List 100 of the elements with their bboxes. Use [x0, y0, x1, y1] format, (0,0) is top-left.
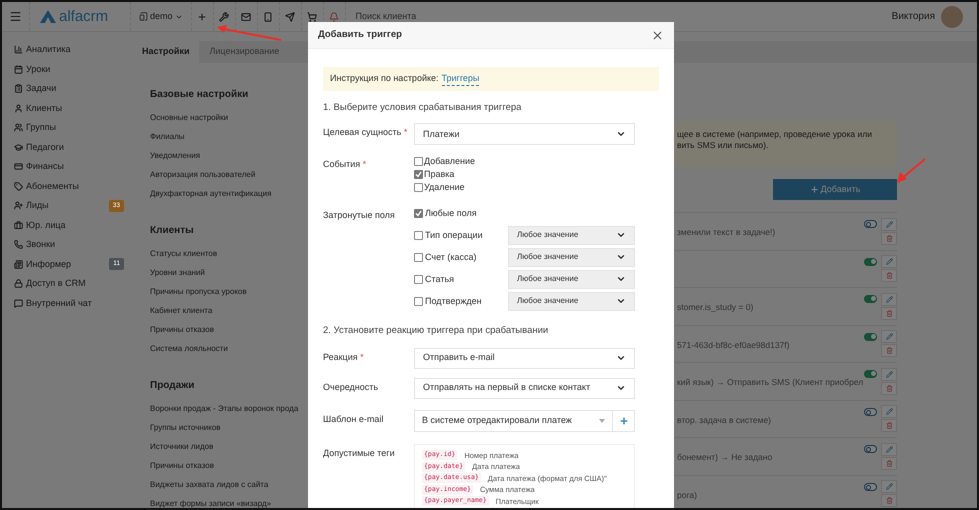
checkbox[interactable] [414, 252, 423, 262]
select-field[interactable]: Отправить e-mail [414, 348, 635, 368]
logo[interactable]: alfacrm [30, 9, 130, 24]
toggle-switch[interactable] [864, 332, 877, 340]
settings-link[interactable]: Группы источников [150, 418, 308, 437]
settings-link[interactable]: Причины пропуска уроков [150, 282, 308, 301]
add-template-button[interactable] [613, 410, 635, 432]
tab[interactable]: Лицензирование [199, 41, 290, 63]
close-button[interactable] [651, 28, 664, 42]
settings-link[interactable]: Двухфакторная аутентификация [150, 184, 308, 203]
checkbox-label: Тип операции [425, 228, 483, 242]
settings-link[interactable]: Причины отказов [150, 320, 308, 339]
settings-link[interactable]: Уведомления [150, 146, 308, 165]
edit-button[interactable] [881, 330, 897, 344]
trash-icon [886, 234, 892, 242]
select-field[interactable]: Любое значение [508, 270, 635, 289]
settings-link[interactable]: Статусы клиентов [150, 244, 308, 263]
select-field[interactable]: Отправлять на первый в списке контакт [414, 378, 635, 398]
menu-icon [9, 10, 22, 23]
checkbox[interactable] [414, 274, 423, 284]
toggle-switch[interactable] [864, 370, 877, 378]
branch-dropdown[interactable]: demo [130, 2, 192, 31]
select-field[interactable]: Любое значение [508, 248, 635, 267]
checkbox-label: Правка [424, 168, 454, 181]
add-button[interactable]: Добавить [773, 179, 897, 200]
edit-button[interactable] [881, 292, 897, 306]
settings-link[interactable]: Основные настройки [150, 108, 308, 127]
delete-button[interactable] [881, 269, 897, 282]
section-title: Базовые настройки [150, 88, 250, 102]
settings-link[interactable]: Воронки продаж - Этапы воронок прода [150, 399, 308, 418]
checkbox[interactable] [414, 230, 423, 240]
sidebar-item[interactable]: Внутренний чат [14, 294, 124, 313]
sidebar-item[interactable]: Аналитика [14, 40, 124, 60]
checkbox[interactable] [414, 170, 423, 180]
select-field[interactable]: Любое значение [508, 292, 635, 311]
settings-link[interactable]: Виджет формы записи «визард» [150, 494, 308, 508]
edit-button[interactable] [881, 218, 897, 231]
logo-icon [40, 10, 56, 23]
delete-button[interactable] [881, 456, 897, 470]
edit-button[interactable] [881, 442, 897, 456]
pencil-icon [886, 483, 892, 490]
tablet-icon [139, 12, 148, 21]
trash-icon [886, 310, 892, 317]
sidebar-item[interactable]: Абонементы [14, 176, 124, 196]
delete-button[interactable] [881, 232, 897, 245]
settings-link[interactable]: Причины отказов [150, 456, 308, 475]
select-field[interactable]: Платежи [414, 123, 635, 146]
instruction-link[interactable]: Триггеры [442, 72, 480, 86]
toggle-switch[interactable] [864, 445, 877, 453]
settings-link[interactable]: Кабинет клиента [150, 301, 308, 320]
avatar[interactable] [941, 6, 963, 28]
toggle-switch[interactable] [864, 408, 877, 416]
sidebar-item-icon [14, 123, 23, 132]
edit-button[interactable] [881, 368, 897, 381]
instruction-text: Инструкция по настройке: [330, 72, 439, 86]
cart-icon [307, 12, 318, 22]
edit-button[interactable] [881, 405, 897, 418]
sidebar-item[interactable]: Клиенты [14, 98, 124, 118]
sidebar-item[interactable]: Финансы [14, 157, 124, 176]
mail-icon [241, 12, 252, 22]
modal-title: Добавить триггер [318, 28, 402, 42]
settings-link[interactable]: Источники лидов [150, 437, 308, 456]
edit-button[interactable] [881, 255, 897, 268]
checkbox-label: Добавление [424, 155, 475, 168]
checkbox[interactable] [414, 296, 423, 306]
sidebar-item[interactable]: Доступ в CRM [14, 274, 124, 294]
trash-icon [886, 347, 892, 354]
sidebar-item[interactable]: Задачи [14, 79, 124, 98]
sidebar-item[interactable]: Группы [14, 118, 124, 138]
delete-button[interactable] [881, 419, 897, 432]
sidebar-item[interactable]: Звонки [14, 235, 124, 254]
toggle-switch[interactable] [864, 295, 877, 303]
sidebar-item[interactable]: Педагоги [14, 138, 124, 157]
select-field[interactable]: В системе отредактировали платеж [414, 410, 613, 432]
sidebar-item-icon [14, 45, 23, 54]
plus-icon [618, 416, 628, 426]
sidebar-item[interactable]: Уроки [14, 60, 124, 79]
checkbox[interactable] [414, 157, 423, 166]
toggle-switch[interactable] [864, 482, 877, 490]
search-field[interactable]: Поиск клиента [356, 10, 476, 24]
trigger-description: рога) [677, 490, 697, 500]
sidebar-item-icon [14, 240, 23, 250]
toggle-switch[interactable] [864, 258, 877, 266]
settings-link[interactable]: Система лояльности [150, 339, 308, 358]
delete-button[interactable] [881, 344, 897, 358]
select-field[interactable]: Любое значение [508, 226, 635, 245]
sidebar-item[interactable]: Юр. лица [14, 216, 124, 235]
checkbox[interactable] [414, 183, 423, 192]
settings-link[interactable]: Авторизация пользователей [150, 165, 308, 184]
toggle-switch[interactable] [864, 220, 877, 228]
delete-button[interactable] [881, 494, 897, 508]
delete-button[interactable] [881, 306, 897, 320]
checkbox[interactable] [414, 208, 423, 218]
edit-button[interactable] [881, 480, 897, 494]
delete-button[interactable] [881, 382, 897, 395]
settings-link[interactable]: Уровни знаний [150, 263, 308, 282]
settings-link[interactable]: Виджеты захвата лидов с сайта [150, 475, 308, 494]
field-label: Шаблон e-mail [323, 412, 384, 426]
user-name[interactable]: Виктория [892, 9, 935, 24]
settings-link[interactable]: Филиалы [150, 127, 308, 146]
